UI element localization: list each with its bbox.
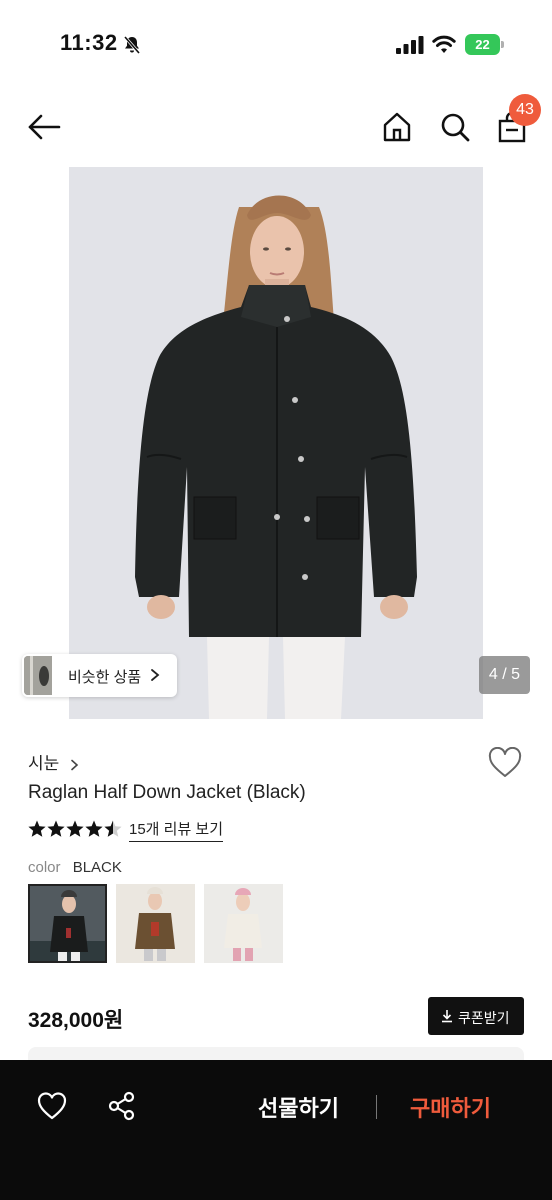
search-icon[interactable] [438, 110, 472, 144]
review-link[interactable]: 15개 리뷰 보기 [129, 818, 224, 842]
buy-button[interactable]: 구매하기 [410, 1091, 491, 1123]
gift-button[interactable]: 선물하기 [258, 1091, 339, 1123]
download-icon [442, 1010, 452, 1023]
color-label: color [28, 859, 61, 876]
divider [376, 1095, 377, 1119]
product-title: Raglan Half Down Jacket (Black) [28, 782, 306, 803]
battery-level: 22 [465, 34, 500, 55]
product-photo [69, 167, 483, 719]
star-rating [28, 820, 122, 837]
star-fill [47, 820, 65, 837]
status-time: 11:32 [60, 30, 118, 55]
similar-thumbnail [24, 656, 52, 695]
similar-products-label: 비슷한 상품 [68, 669, 142, 686]
star-fill [85, 820, 103, 837]
heart-icon[interactable] [36, 1091, 68, 1121]
back-arrow-icon[interactable] [26, 112, 62, 142]
wifi-icon [432, 35, 456, 53]
signal-icon [396, 36, 424, 54]
chevron-right-icon [151, 669, 160, 681]
color-swatch-black[interactable] [28, 884, 107, 963]
product-image[interactable] [69, 167, 483, 719]
image-page-indicator: 4 / 5 [479, 656, 530, 694]
star-fill [28, 820, 46, 837]
color-swatch-cream[interactable] [204, 884, 283, 963]
chevron-right-icon [70, 759, 78, 771]
share-icon[interactable] [107, 1091, 137, 1121]
nav-header [0, 90, 552, 162]
star-fill [66, 820, 84, 837]
cart-count-badge: 43 [509, 94, 541, 126]
battery-icon: 22 [465, 34, 505, 55]
bell-off-icon [123, 36, 141, 54]
color-swatch-brown[interactable] [116, 884, 195, 963]
home-icon[interactable] [380, 110, 414, 144]
brand-link[interactable]: 시눈 [28, 749, 79, 773]
product-price: 328,000원 [28, 1009, 124, 1032]
heart-icon[interactable] [487, 747, 523, 779]
color-value: BLACK [72, 859, 122, 876]
bottom-action-bar: 선물하기 구매하기 [0, 1060, 552, 1200]
color-row: color BLACK [28, 859, 122, 876]
similar-products-button[interactable]: 비슷한 상품 [22, 654, 177, 697]
coupon-label: 쿠폰받기 [458, 1010, 510, 1026]
brand-name: 시눈 [28, 754, 60, 773]
status-bar: 11:32 22 [0, 0, 552, 90]
coupon-button[interactable]: 쿠폰받기 [428, 997, 524, 1035]
